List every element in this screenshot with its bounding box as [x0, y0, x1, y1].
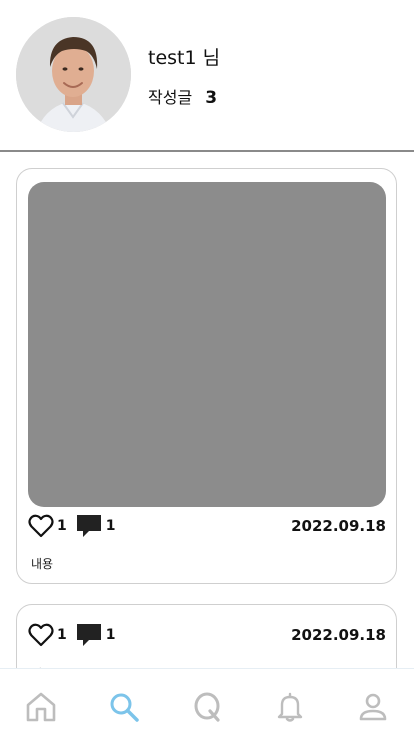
post-card[interactable]: 1 1 2022.09.18 내용 — [16, 604, 397, 668]
post-date: 2022.09.18 — [291, 626, 386, 644]
comment-stat[interactable]: 1 — [75, 622, 116, 648]
comment-count: 1 — [105, 518, 116, 534]
posts-label: 작성글 — [148, 88, 193, 107]
posts-count: 3 — [205, 88, 218, 108]
post-stats: 1 1 — [28, 513, 124, 539]
post-card[interactable]: 1 1 2022.09.18 내용 — [16, 168, 397, 584]
like-stat[interactable]: 1 — [28, 623, 67, 647]
comment-icon[interactable] — [75, 622, 103, 648]
search-icon[interactable] — [108, 691, 140, 723]
username-row: test1 님 — [148, 43, 220, 70]
nav-search[interactable] — [94, 683, 154, 731]
honorific: 님 — [202, 47, 221, 69]
nav-questions[interactable] — [177, 683, 237, 731]
comment-stat[interactable]: 1 — [75, 513, 116, 539]
comment-icon[interactable] — [75, 513, 103, 539]
bottom-nav — [0, 668, 414, 751]
post-meta: 1 1 2022.09.18 — [28, 622, 386, 648]
bell-icon[interactable] — [274, 691, 306, 723]
like-stat[interactable]: 1 — [28, 514, 67, 538]
heart-icon[interactable] — [28, 623, 54, 647]
heart-icon[interactable] — [28, 514, 54, 538]
comment-count: 1 — [105, 627, 116, 643]
post-meta: 1 1 2022.09.18 — [28, 513, 386, 539]
like-count: 1 — [57, 518, 67, 534]
profile-header: test1 님 작성글 3 — [0, 0, 414, 152]
nav-notifications[interactable] — [260, 683, 320, 731]
nav-home[interactable] — [11, 683, 71, 731]
post-content: 내용 — [31, 557, 54, 571]
user-icon[interactable] — [357, 691, 389, 723]
post-date: 2022.09.18 — [291, 517, 386, 535]
q-icon[interactable] — [191, 691, 223, 723]
nav-profile[interactable] — [343, 683, 403, 731]
profile-screen: test1 님 작성글 3 1 1 2022.09.18 내용 1 1 2022… — [0, 0, 414, 751]
post-image[interactable] — [28, 182, 386, 507]
post-count-row: 작성글 3 — [148, 84, 217, 108]
home-icon[interactable] — [25, 691, 57, 723]
post-stats: 1 1 — [28, 622, 124, 648]
username: test1 — [148, 47, 197, 69]
like-count: 1 — [57, 627, 67, 643]
profile-avatar[interactable] — [16, 17, 131, 132]
post-feed[interactable]: 1 1 2022.09.18 내용 1 1 2022.09.18 — [0, 154, 414, 668]
